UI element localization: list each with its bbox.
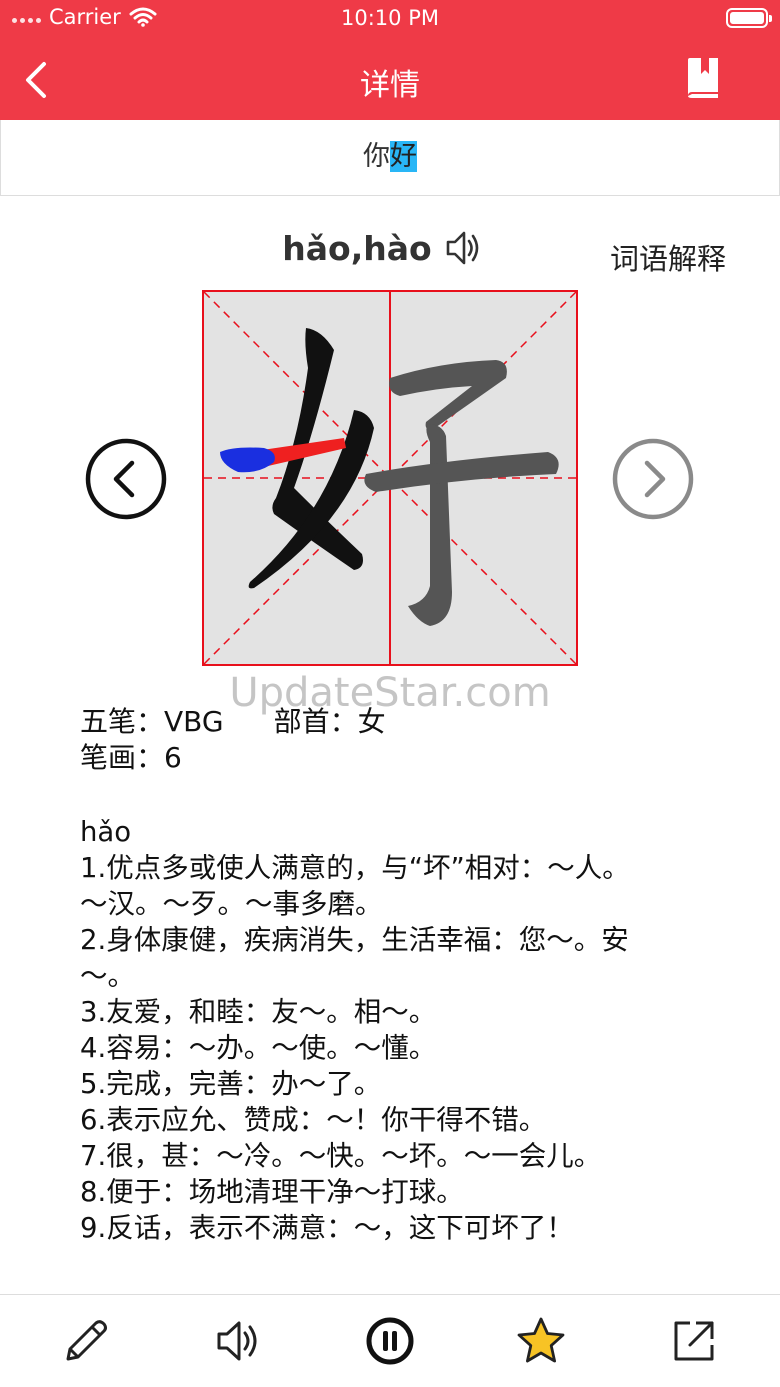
share-icon[interactable] [668, 1315, 720, 1367]
previous-stroke-button[interactable] [84, 437, 168, 521]
speaker-icon[interactable] [444, 228, 484, 268]
speaker-icon[interactable] [213, 1315, 265, 1367]
definition-line: 9.反话，表示不满意：～，这下可坏了！ [80, 1212, 574, 1244]
strokes-value: 6 [164, 741, 182, 774]
pinyin-text: hǎo,hào [282, 228, 432, 268]
info-row-2: 笔画：6 [80, 740, 386, 776]
status-time: 10:10 PM [341, 6, 439, 30]
page-title: 详情 [360, 68, 420, 103]
definitions-list[interactable]: hǎo 1.优点多或使人满意的，与“坏”相对：～人。 ～汉。～歹。～事多磨。 2… [80, 814, 720, 1254]
info-row-1: 五笔：VBG 部首：女 [80, 704, 386, 740]
radical-value: 女 [357, 705, 386, 738]
radical-label: 部首： [273, 705, 358, 738]
bottom-toolbar [0, 1294, 780, 1387]
definition-line: 5.完成，完善：办～了。 [80, 1068, 382, 1100]
word-bar: 你好 [0, 120, 780, 196]
strokes-label: 笔画： [80, 741, 165, 774]
definition-line: ～汉。～歹。～事多磨。 [80, 888, 383, 920]
definition-line: 8.便于：场地清理干净～打球。 [80, 1176, 464, 1208]
definition-line: 1.优点多或使人满意的，与“坏”相对：～人。 [80, 852, 630, 884]
pencil-icon[interactable] [60, 1315, 112, 1367]
definition-line: 7.很，甚：～冷。～快。～坏。～一会儿。 [80, 1140, 602, 1172]
definition-line: 2.身体康健，疾病消失，生活幸福：您～。安 [80, 924, 629, 956]
definition-line: 3.友爱，和睦：友～。相～。 [80, 996, 437, 1028]
bookmark-icon[interactable] [684, 56, 720, 100]
word-explain-link[interactable]: 词语解释 [610, 236, 726, 278]
nav-bar: 详情 [0, 40, 780, 120]
pause-icon[interactable] [364, 1315, 416, 1367]
word-prefix[interactable]: 你 [363, 141, 390, 172]
character-info: 五笔：VBG 部首：女 笔画：6 [80, 704, 386, 776]
definition-line: 4.容易：～办。～使。～懂。 [80, 1032, 437, 1064]
word-highlight[interactable]: 好 [390, 141, 417, 172]
wubi-label: 五笔： [80, 705, 165, 738]
star-icon[interactable] [515, 1315, 567, 1367]
wubi-value: VBG [164, 705, 224, 738]
definition-line: ～。 [80, 960, 135, 992]
status-bar: Carrier 10:10 PM [0, 0, 780, 40]
next-stroke-button[interactable] [611, 437, 695, 521]
definition-line: hǎo [80, 816, 132, 848]
stroke-order-canvas[interactable] [202, 290, 578, 666]
tian-grid [204, 292, 576, 664]
battery-icon [726, 8, 772, 28]
definition-line: 6.表示应允、赞成：～！你干得不错。 [80, 1104, 547, 1136]
